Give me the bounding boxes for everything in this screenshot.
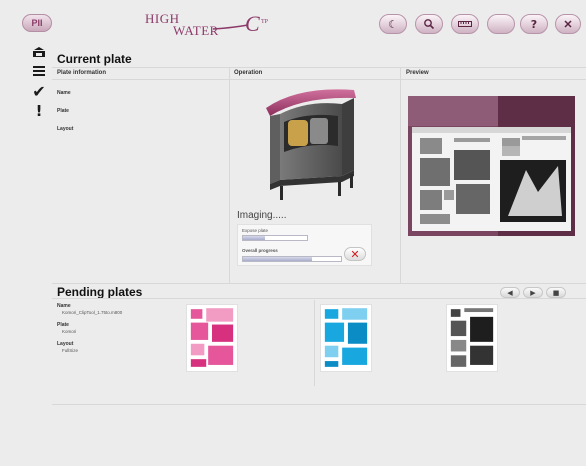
imaging-status-text: Imaging..... xyxy=(237,210,287,221)
pending-section-divider xyxy=(52,283,586,284)
printer-icon xyxy=(33,47,45,57)
side-alert-button[interactable]: ! xyxy=(28,102,50,120)
pending-plate-value: Komori xyxy=(62,329,77,334)
cancel-x-icon: ✕ xyxy=(350,247,360,261)
pending-name-value: Komori_ClipTool_1.75to.m800 xyxy=(62,310,123,315)
plate-information-header: Plate information xyxy=(57,70,107,76)
column-header-divider xyxy=(52,79,586,80)
top-toolbar: PII HIGH WATER C TP ☾ ? xyxy=(0,0,586,44)
side-check-button[interactable]: ✔ xyxy=(28,81,50,101)
column-divider-2 xyxy=(400,67,401,283)
alert-icon: ! xyxy=(35,102,43,120)
current-plate-label: Plate xyxy=(57,108,69,114)
operation-header: Operation xyxy=(234,70,263,76)
search-button[interactable] xyxy=(415,14,443,34)
measure-button[interactable] xyxy=(451,14,479,34)
logo-water-text: WATER xyxy=(173,23,219,38)
pending-plates-title: Pending plates xyxy=(57,285,143,299)
ruler-icon xyxy=(458,21,472,27)
current-layout-label: Layout xyxy=(57,126,74,132)
pending-plate-black-thumbnail[interactable] xyxy=(446,304,498,372)
current-name-label: Name xyxy=(57,90,71,96)
expose-plate-progress-fill xyxy=(243,236,266,240)
preview-header: Preview xyxy=(406,70,429,76)
blank-button[interactable] xyxy=(487,14,515,34)
overall-progress-fill xyxy=(243,257,312,261)
logo-swoosh-icon xyxy=(213,24,249,30)
pending-plate-cyan-thumbnail[interactable] xyxy=(320,304,372,372)
side-printer-button[interactable] xyxy=(28,44,50,62)
pending-header-divider xyxy=(52,298,586,299)
platesetter-machine-image xyxy=(266,89,356,200)
column-divider-1 xyxy=(229,67,230,283)
list-icon xyxy=(33,66,45,76)
night-mode-button[interactable]: ☾ xyxy=(379,14,407,34)
pending-column-divider xyxy=(314,300,315,386)
stop-icon: ■ xyxy=(552,288,560,297)
overall-progress-label: Overall progress xyxy=(242,248,278,253)
pending-layout-value: FullSize xyxy=(62,348,79,353)
help-icon: ? xyxy=(530,17,538,31)
pending-layout-label: Layout xyxy=(57,341,74,347)
plate-preview-image xyxy=(408,96,575,236)
pii-button[interactable]: PII xyxy=(22,14,52,32)
expose-plate-progress-bar xyxy=(242,235,308,241)
side-navigation: ✔ ! xyxy=(28,44,50,124)
play-icon: ▶ xyxy=(530,288,536,297)
pending-plate-magenta-thumbnail[interactable] xyxy=(186,304,238,372)
close-icon xyxy=(564,20,572,28)
check-icon: ✔ xyxy=(32,81,46,101)
search-icon xyxy=(424,19,435,30)
highwater-logo: HIGH WATER C TP xyxy=(145,9,295,39)
side-list-button[interactable] xyxy=(28,62,50,80)
help-button[interactable]: ? xyxy=(520,14,548,34)
cancel-imaging-button[interactable]: ✕ xyxy=(344,247,366,261)
pager-play-button[interactable]: ▶ xyxy=(523,287,543,298)
pending-bottom-divider xyxy=(52,404,586,405)
expose-plate-label: Expose plate xyxy=(242,228,269,233)
header-divider xyxy=(52,67,586,68)
moon-icon: ☾ xyxy=(388,17,398,31)
pending-plate-label: Plate xyxy=(57,322,69,328)
logo-c-text: C xyxy=(245,11,260,36)
pending-name-label: Name xyxy=(57,303,71,309)
logo-tp-text: TP xyxy=(261,19,269,25)
close-button[interactable] xyxy=(555,14,581,34)
current-plate-title: Current plate xyxy=(57,52,132,66)
pager-previous-button[interactable]: ◀ xyxy=(500,287,520,298)
pager-stop-button[interactable]: ■ xyxy=(546,287,566,298)
overall-progress-bar xyxy=(242,256,342,262)
previous-icon: ◀ xyxy=(507,288,513,297)
